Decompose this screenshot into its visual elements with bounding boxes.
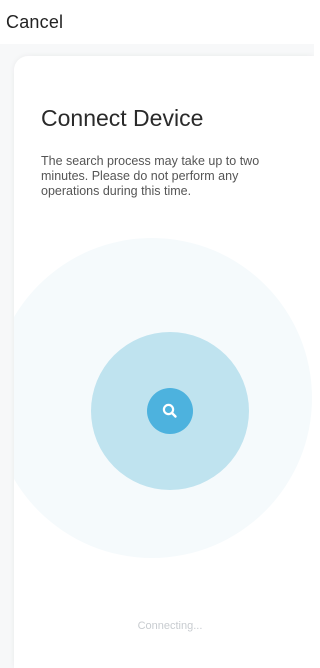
cancel-button[interactable]: Cancel <box>6 12 63 33</box>
top-bar: Cancel <box>0 0 314 44</box>
search-icon <box>162 403 177 418</box>
page-title: Connect Device <box>41 105 204 131</box>
connecting-status: Connecting... <box>137 620 203 632</box>
connect-device-screen: Cancel Connect Device The search process… <box>0 0 314 668</box>
search-description: The search process may take up to two mi… <box>41 154 260 198</box>
connect-card: Connect Device The search process may ta… <box>14 56 314 668</box>
search-button[interactable] <box>147 388 193 434</box>
